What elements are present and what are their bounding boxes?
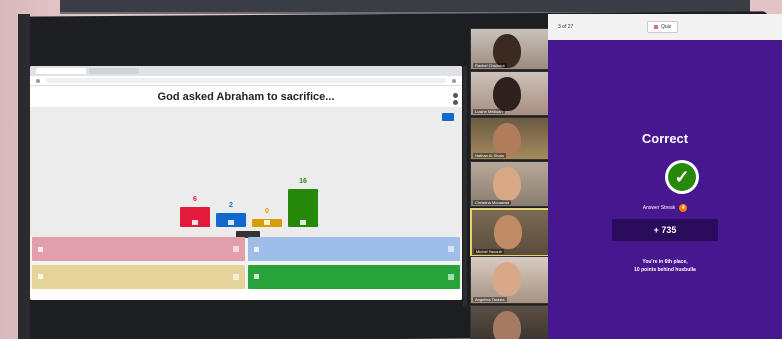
check-icon: ✓: [668, 163, 696, 191]
triangle-icon: [192, 220, 198, 225]
circle-icon: [264, 220, 270, 225]
circle-icon: [38, 274, 43, 279]
diamond-icon: [228, 220, 234, 225]
side-controls: [453, 93, 458, 105]
participant-face: [493, 123, 521, 157]
bar-count-label: 0: [265, 208, 269, 215]
diamond-icon: [253, 246, 259, 252]
place-line: You're in 6th place,: [642, 259, 688, 265]
quiz-label: Quiz: [661, 24, 672, 30]
presentation-window: God asked Abraham to sacrifice... 6 2 0: [30, 66, 462, 300]
participant-face: [493, 77, 521, 111]
place-line: 10 points behind husbulla: [634, 267, 696, 273]
presentation-footer: [30, 289, 462, 300]
streak-label: Answer Streak: [642, 205, 676, 211]
check-icon: [448, 273, 454, 280]
streak-count: 4: [679, 204, 688, 212]
participant-video: Lusine Melikian: [470, 71, 550, 116]
participant-video: [470, 305, 550, 339]
answer-option-blue: [247, 237, 460, 261]
next-button[interactable]: [442, 113, 454, 121]
question-title: God asked Abraham to sacrifice...: [30, 86, 462, 108]
participant-video: Christina Mouawad: [470, 161, 550, 207]
participant-name: Michel Yacoub: [474, 249, 504, 254]
browser-tab[interactable]: [36, 68, 86, 74]
screen-divider: [463, 66, 467, 306]
answer-grid: [30, 237, 462, 289]
participant-name: Nathan Al Shaia: [473, 153, 506, 158]
participant-video-active: Michel Yacoub: [470, 208, 552, 257]
result-badge: ✓: [665, 160, 699, 194]
triangle-icon: [38, 246, 43, 252]
place-summary: You're in 6th place, 10 points behind hu…: [548, 258, 782, 274]
square-icon: [300, 220, 306, 225]
bar-green: 16: [288, 178, 318, 227]
participant-name: Christina Mouawad: [473, 200, 512, 205]
square-icon: [253, 274, 259, 279]
bar-yellow: 0: [252, 208, 282, 227]
participant-video: Rachel Chaihout: [470, 28, 550, 70]
participant-video: Nathan Al Shaia: [470, 117, 550, 160]
photo-background: God asked Abraham to sacrifice... 6 2 0: [0, 0, 782, 339]
answer-streak: Answer Streak 4: [548, 204, 782, 212]
participant-face: [493, 262, 521, 296]
participant-video: Angelina Tarazia: [470, 256, 550, 304]
participant-face: [494, 215, 522, 249]
settings-icon[interactable]: [453, 93, 458, 98]
cross-icon: [448, 246, 454, 252]
bar-count-label: 16: [299, 178, 307, 185]
browser-tab-bar: [30, 66, 462, 76]
answer-bar-chart: 6 2 0 16: [180, 147, 330, 227]
cross-icon: [232, 273, 239, 280]
browser-address-bar: [30, 76, 462, 86]
quiz-badge: Quiz: [647, 21, 679, 33]
bar-count-label: 2: [229, 202, 233, 209]
participant-face: [493, 311, 521, 339]
back-icon[interactable]: [36, 78, 40, 83]
answer-option-red: [32, 237, 245, 261]
participant-name: Rachel Chaihout: [473, 63, 507, 68]
bar-count-label: 6: [193, 196, 197, 203]
result-title: Correct: [641, 131, 689, 146]
results-stage: 6 2 0 16: [30, 93, 462, 238]
participant-name: Lusine Melikian: [473, 109, 505, 114]
answer-option-green: [247, 264, 460, 289]
browser-tab[interactable]: [89, 68, 139, 74]
answer-option-yellow: [32, 264, 245, 289]
participant-name: Angelina Tarazia: [473, 297, 507, 302]
bar-red: 6: [180, 196, 210, 227]
question-progress: 3 of 27: [558, 24, 574, 30]
fullscreen-icon[interactable]: [453, 100, 458, 105]
url-field[interactable]: [46, 78, 446, 83]
cross-icon: [232, 246, 239, 252]
participant-face: [493, 167, 521, 201]
points-earned: + 735: [612, 219, 718, 241]
bar-blue: 2: [216, 202, 246, 227]
menu-icon[interactable]: [452, 78, 456, 83]
laptop-left-edge: [18, 14, 30, 339]
quiz-icon: [654, 25, 658, 29]
kahoot-top-bar: 3 of 27 Quiz: [548, 14, 782, 40]
kahoot-player-screen: 3 of 27 Quiz Correct ✓ Answer Streak 4 +…: [548, 14, 782, 339]
